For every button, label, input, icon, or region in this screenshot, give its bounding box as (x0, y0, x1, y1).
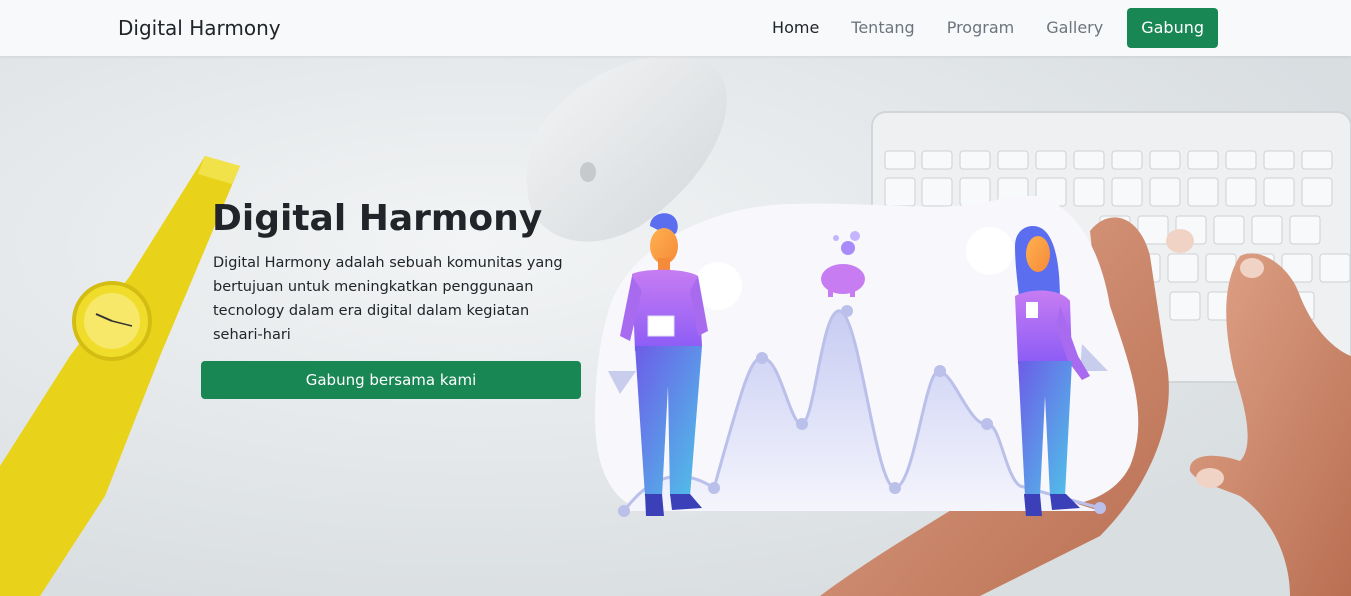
nav-link-home[interactable]: Home (772, 8, 819, 48)
join-nav-button[interactable]: Gabung (1127, 8, 1218, 48)
navbar: Digital Harmony Home Tentang Program Gal… (0, 0, 1351, 56)
join-community-button[interactable]: Gabung bersama kami (201, 361, 581, 399)
nav-links: Home Tentang Program Gallery Gabung (772, 8, 1218, 48)
hero-illustration (595, 196, 1139, 517)
hero-description: Digital Harmony adalah sebuah komunitas … (213, 255, 563, 343)
hero-section: Digital Harmony Digital Harmony adalah s… (0, 56, 1351, 596)
nav-link-tentang[interactable]: Tentang (851, 8, 914, 48)
nav-link-gallery[interactable]: Gallery (1046, 8, 1103, 48)
navbar-brand[interactable]: Digital Harmony (118, 16, 281, 40)
hero-title: Digital Harmony (212, 198, 543, 239)
nav-link-program[interactable]: Program (947, 8, 1015, 48)
